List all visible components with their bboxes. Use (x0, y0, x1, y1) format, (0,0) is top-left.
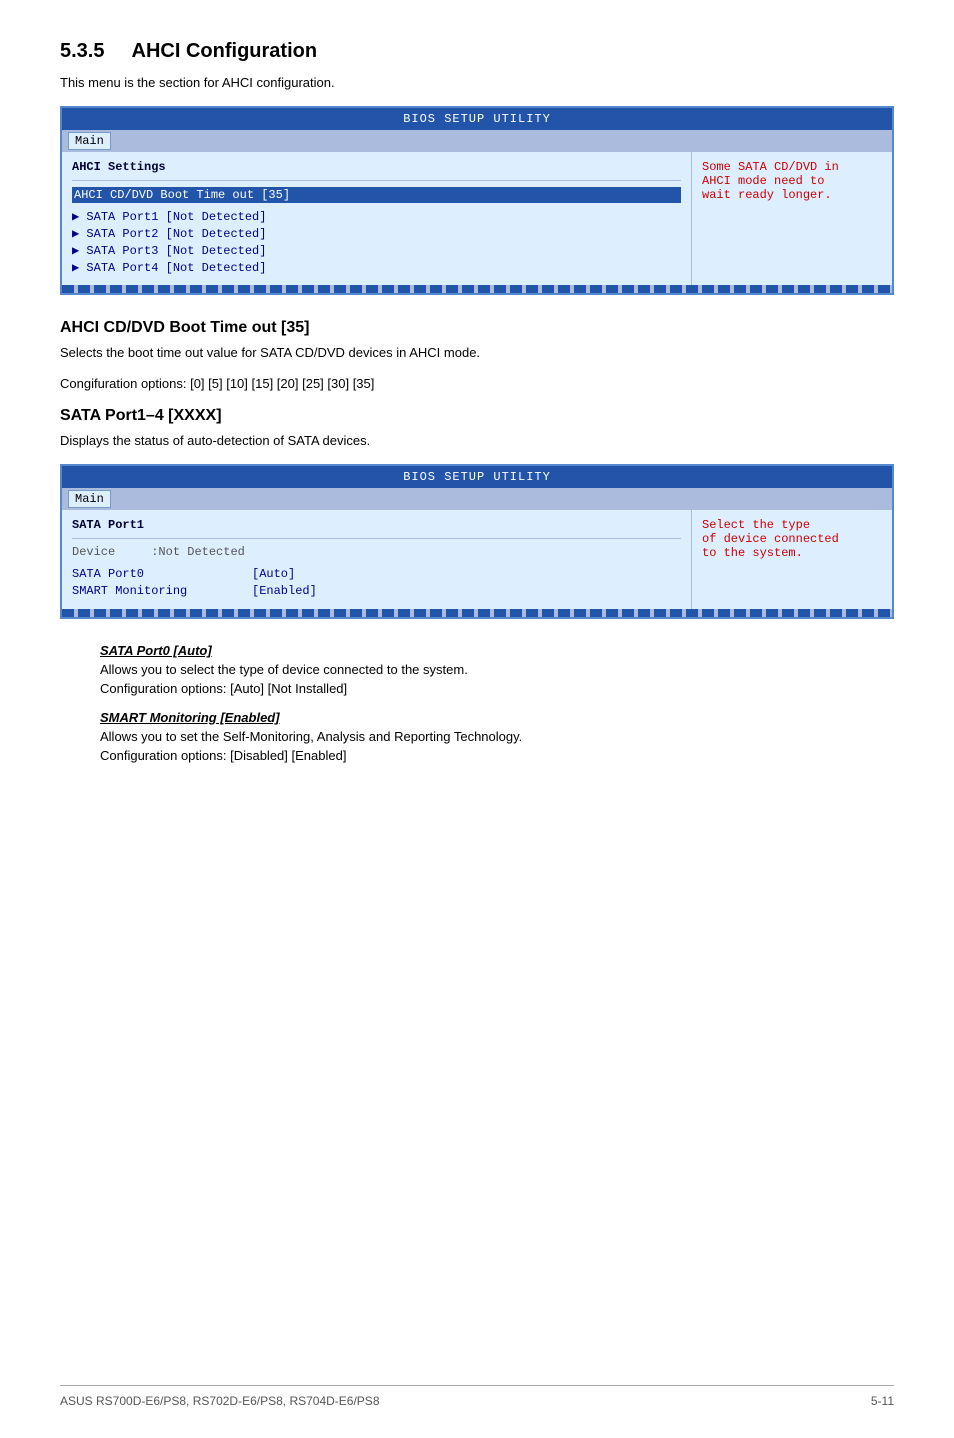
footer-left: ASUS RS700D-E6/PS8, RS702D-E6/PS8, RS704… (60, 1394, 380, 1408)
arrow-items-1: ▶ SATA Port1 [Not Detected] ▶ SATA Port2… (72, 209, 681, 275)
bios-footer-1 (62, 285, 892, 293)
bios-panel-1: BIOS SETUP UTILITY Main AHCI Settings AH… (60, 106, 894, 295)
sata-port0-section: SATA Port0 [Auto] Allows you to select t… (100, 643, 894, 696)
subsection1-heading: AHCI CD/DVD Boot Time out [35] (60, 319, 894, 337)
bios-body-2: SATA Port1 Device :Not Detected SATA Por… (62, 510, 892, 609)
smart-monitoring-key: SMART Monitoring (72, 584, 252, 598)
section-intro: This menu is the section for AHCI config… (60, 75, 894, 90)
bios-tab-main-2[interactable]: Main (68, 490, 111, 508)
sata-port0-desc: Allows you to select the type of device … (100, 662, 894, 677)
bios-tab-main-1[interactable]: Main (68, 132, 111, 150)
section-heading: 5.3.5 AHCI Configuration (60, 40, 894, 63)
device-row: Device :Not Detected (72, 545, 681, 559)
bios-sep-1 (72, 180, 681, 181)
sata-port1-item[interactable]: ▶ SATA Port1 [Not Detected] (72, 209, 681, 224)
sata-port0-key: SATA Port0 (72, 567, 252, 581)
subsection1-config: Congifuration options: [0] [5] [10] [15]… (60, 376, 894, 391)
section-title: AHCI Configuration (132, 40, 318, 62)
footer-right: 5-11 (871, 1394, 894, 1408)
bios-header-1: BIOS SETUP UTILITY (62, 108, 892, 130)
bios-tab-row-2: Main (62, 488, 892, 510)
smart-monitoring-label: SMART Monitoring [Enabled] (100, 710, 894, 725)
sata-port3-item[interactable]: ▶ SATA Port3 [Not Detected] (72, 243, 681, 258)
bios-footer-2 (62, 609, 892, 617)
bios-right-2: Select the typeof device connectedto the… (692, 510, 892, 609)
device-value: :Not Detected (151, 545, 245, 559)
sata-port0-val: [Auto] (252, 567, 295, 581)
smart-monitoring-desc: Allows you to set the Self-Monitoring, A… (100, 729, 894, 744)
bios-panel-2: BIOS SETUP UTILITY Main SATA Port1 Devic… (60, 464, 894, 619)
bios-left-2: SATA Port1 Device :Not Detected SATA Por… (62, 510, 692, 609)
sata-port0-label: SATA Port0 [Auto] (100, 643, 894, 658)
smart-monitoring-section: SMART Monitoring [Enabled] Allows you to… (100, 710, 894, 763)
subsection2-desc: Displays the status of auto-detection of… (60, 433, 894, 448)
sata-port0-config: Configuration options: [Auto] [Not Insta… (100, 681, 894, 696)
smart-monitoring-row[interactable]: SMART Monitoring [Enabled] (72, 584, 681, 598)
smart-monitoring-config: Configuration options: [Disabled] [Enabl… (100, 748, 894, 763)
bios-tab-row-1: Main (62, 130, 892, 152)
ahci-settings-label: AHCI Settings (72, 160, 681, 174)
section-number: 5.3.5 (60, 40, 104, 62)
port-items: SATA Port0 [Auto] SMART Monitoring [Enab… (72, 567, 681, 598)
subsection1-desc: Selects the boot time out value for SATA… (60, 345, 894, 360)
device-label: Device (72, 545, 115, 559)
ahci-highlighted-item[interactable]: AHCI CD/DVD Boot Time out [35] (72, 187, 681, 203)
bios-right-1: Some SATA CD/DVD inAHCI mode need towait… (692, 152, 892, 285)
bios-body-1: AHCI Settings AHCI CD/DVD Boot Time out … (62, 152, 892, 285)
sata-port2-item[interactable]: ▶ SATA Port2 [Not Detected] (72, 226, 681, 241)
sata-port1-label: SATA Port1 (72, 518, 681, 532)
page-footer: ASUS RS700D-E6/PS8, RS702D-E6/PS8, RS704… (60, 1385, 894, 1408)
bios-sep-2 (72, 538, 681, 539)
sata-port0-row[interactable]: SATA Port0 [Auto] (72, 567, 681, 581)
bios-header-2: BIOS SETUP UTILITY (62, 466, 892, 488)
bios-left-1: AHCI Settings AHCI CD/DVD Boot Time out … (62, 152, 692, 285)
sata-port4-item[interactable]: ▶ SATA Port4 [Not Detected] (72, 260, 681, 275)
subsection2-heading: SATA Port1–4 [XXXX] (60, 407, 894, 425)
smart-monitoring-val: [Enabled] (252, 584, 317, 598)
